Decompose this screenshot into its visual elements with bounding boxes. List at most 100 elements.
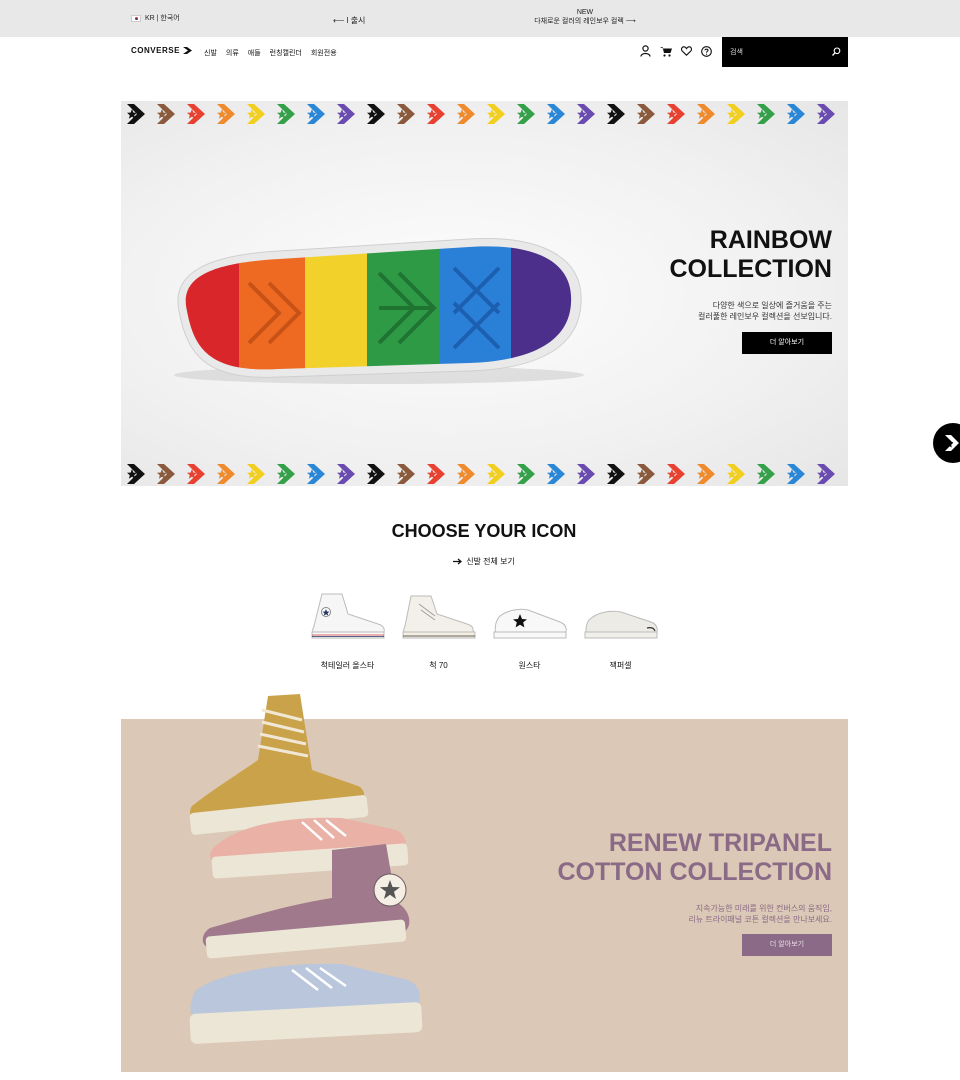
chevron-star-icon: [787, 104, 805, 124]
promo-prev-button[interactable]: ⟵ l 출시: [333, 15, 365, 26]
chevron-star-icon: [817, 464, 835, 484]
jack-purcell-image: [584, 610, 658, 639]
hero-renew-description: 지속가능한 미래를 위한 컨버스의 움직임, 리뉴 트라이패널 코튼 컬렉션을 만…: [688, 904, 832, 924]
shoe-card-jack-purcell[interactable]: 잭퍼셀: [575, 590, 666, 671]
hero-rainbow-banner[interactable]: RAINBOW COLLECTION 다양한 색으로 일상에 즐거움을 주는 컬러풀…: [121, 101, 848, 486]
promo-text: 다채로운 컬러의 레인보우 컬렉: [534, 18, 624, 25]
chevron-star-icon: [607, 104, 625, 124]
chevron-star-icon: [667, 464, 685, 484]
promo-bar: KR | 한국어 ⟵ l 출시 NEW 다채로운 컬러의 레인보우 컬렉 ⟶: [0, 0, 960, 37]
chevron-star-icon: [757, 104, 775, 124]
nav-item-members[interactable]: 회원전용: [311, 48, 337, 58]
chevron-star-icon: [157, 464, 175, 484]
shoe-name: 원스타: [518, 661, 541, 670]
search-box: [722, 37, 848, 67]
rainbow-sole-image: [174, 238, 584, 384]
chevron-star-icon: [127, 464, 145, 484]
chevron-star-icon: [667, 104, 685, 124]
chevron-star-icon: [547, 464, 565, 484]
chevron-star-icon: [817, 104, 835, 124]
logo-text: CONVERSE: [131, 46, 180, 55]
chevron-star-icon: [217, 104, 235, 124]
hero-renew-learn-more-button[interactable]: 더 알아보기: [742, 934, 832, 956]
chevron-star-icon: [577, 104, 595, 124]
locale-label: KR | 한국어: [145, 15, 180, 22]
nav-item-kids[interactable]: 애들: [248, 48, 261, 58]
nav-item-shoes[interactable]: 신발: [204, 48, 217, 58]
chevron-star-icon: [187, 104, 205, 124]
hero-rainbow-learn-more-button[interactable]: 더 알아보기: [742, 332, 832, 354]
korea-flag-icon: [131, 14, 141, 22]
chevron-star-icon: [607, 464, 625, 484]
promo-next-arrow-icon[interactable]: ⟶: [626, 18, 636, 25]
chevron-strip-top: [121, 102, 848, 126]
chevron-star-icon: [787, 464, 805, 484]
renew-sneakers-stack-image: [189, 694, 423, 1044]
shoe-card-chuck-taylor[interactable]: 척테일러 올스타: [302, 590, 393, 671]
shoe-card-chuck-70[interactable]: 척 70: [393, 590, 484, 671]
search-icon[interactable]: [832, 47, 841, 56]
nav-item-launch-calendar[interactable]: 런칭캘린더: [270, 48, 302, 58]
chevron-star-icon: [337, 464, 355, 484]
user-icon[interactable]: [640, 45, 651, 57]
view-all-shoes-link[interactable]: 신발 전체 보기: [0, 556, 960, 567]
choose-icon-title: CHOOSE YOUR ICON: [391, 521, 577, 541]
chevron-star-icon: [637, 104, 655, 124]
chevron-star-icon: [217, 464, 235, 484]
shoe-name: 척 70: [429, 661, 448, 670]
chevron-star-icon: [427, 104, 445, 124]
chevron-star-icon: [247, 464, 265, 484]
chevron-star-icon: [367, 104, 385, 124]
chevron-star-icon: [307, 464, 325, 484]
chevron-star-icon: [727, 104, 745, 124]
one-star-image: [493, 608, 567, 639]
chevron-star-icon: [277, 104, 295, 124]
arrow-right-icon: [453, 558, 463, 565]
promo-badge: NEW: [576, 9, 594, 16]
hero-rainbow-title: RAINBOW COLLECTION: [669, 226, 833, 283]
chevron-star-icon: [127, 104, 145, 124]
chevron-star-icon: [517, 464, 535, 484]
hero-renew-title: RENEW TRIPANEL COTTON COLLECTION: [557, 829, 832, 886]
chevron-star-icon: [547, 104, 565, 124]
chevron-strip-bottom: [121, 462, 848, 486]
chevron-star-icon: [277, 464, 295, 484]
chuck-70-image: [402, 595, 475, 639]
chevron-star-icon: [487, 104, 505, 124]
nav-menu: 신발 의류 애들 런칭캘린더 회원전용: [204, 48, 337, 58]
nav-item-apparel[interactable]: 의류: [226, 48, 239, 58]
star-chevron-icon: [944, 435, 959, 451]
chevron-star-icon: [757, 464, 775, 484]
main-nav: CONVERSE 신발 의류 애들 런칭캘린더 회원전용: [0, 37, 960, 67]
icon-shoe-list: 척테일러 올스타 척 70 원스타 잭퍼셀: [302, 590, 666, 671]
chevron-star-icon: [457, 464, 475, 484]
converse-logo[interactable]: CONVERSE: [131, 46, 192, 55]
floating-chevron-badge[interactable]: [933, 423, 960, 463]
chevron-star-icon: [697, 104, 715, 124]
wishlist-heart-icon[interactable]: [681, 46, 692, 56]
chevron-star-icon: [517, 104, 535, 124]
cart-icon[interactable]: [660, 46, 672, 57]
chevron-star-icon: [247, 104, 265, 124]
chuck-taylor-hi-image: [311, 593, 385, 639]
chevron-star-icon: [397, 104, 415, 124]
chevron-logo-icon: [182, 47, 192, 55]
chevron-star-icon: [367, 464, 385, 484]
chevron-star-icon: [697, 464, 715, 484]
chevron-star-icon: [157, 104, 175, 124]
shoe-name: 척테일러 올스타: [320, 661, 375, 670]
chevron-star-icon: [487, 464, 505, 484]
chevron-star-icon: [427, 464, 445, 484]
chevron-star-icon: [727, 464, 745, 484]
chevron-star-icon: [397, 464, 415, 484]
search-input[interactable]: [728, 45, 828, 59]
chevron-star-icon: [457, 104, 475, 124]
help-icon[interactable]: [701, 45, 712, 57]
shoe-name: 잭퍼셀: [609, 661, 632, 670]
chevron-star-icon: [307, 104, 325, 124]
promo-message[interactable]: NEW 다채로운 컬러의 레인보우 컬렉 ⟶: [500, 8, 670, 26]
locale-selector[interactable]: KR | 한국어: [131, 13, 180, 23]
chevron-star-icon: [187, 464, 205, 484]
shoe-card-one-star[interactable]: 원스타: [484, 590, 575, 671]
nav-icons: [640, 45, 712, 57]
